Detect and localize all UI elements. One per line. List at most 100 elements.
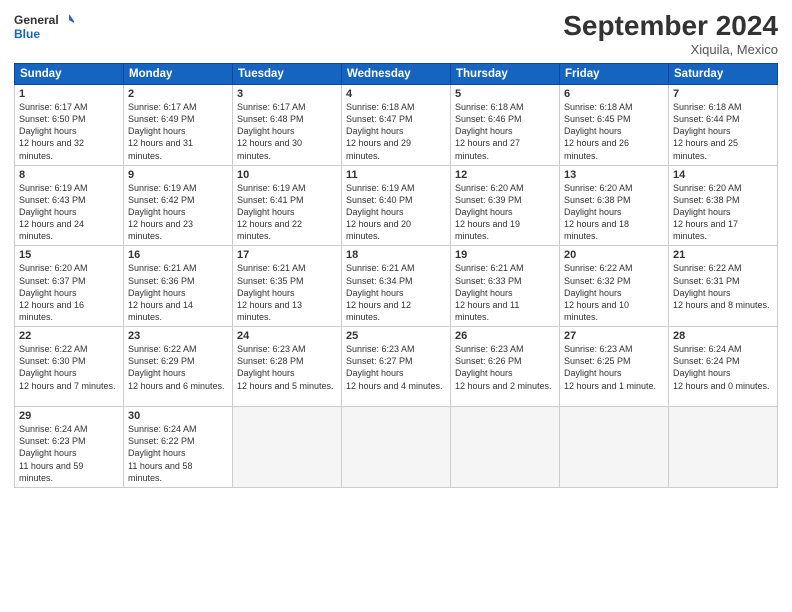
day-number: 16 — [128, 249, 228, 261]
day-number: 10 — [237, 169, 337, 181]
table-row: 19Sunrise: 6:21 AMSunset: 6:33 PMDayligh… — [451, 246, 560, 327]
day-number: 2 — [128, 88, 228, 100]
svg-text:Blue: Blue — [14, 27, 40, 41]
table-row: 26Sunrise: 6:23 AMSunset: 6:26 PMDayligh… — [451, 327, 560, 407]
day-details: Sunrise: 6:24 AMSunset: 6:23 PMDaylight … — [19, 423, 119, 484]
day-details: Sunrise: 6:20 AMSunset: 6:38 PMDaylight … — [673, 182, 773, 243]
day-details: Sunrise: 6:21 AMSunset: 6:34 PMDaylight … — [346, 262, 446, 323]
day-number: 5 — [455, 88, 555, 100]
day-details: Sunrise: 6:19 AMSunset: 6:41 PMDaylight … — [237, 182, 337, 243]
table-row — [560, 407, 669, 488]
day-details: Sunrise: 6:18 AMSunset: 6:45 PMDaylight … — [564, 101, 664, 162]
day-details: Sunrise: 6:23 AMSunset: 6:28 PMDaylight … — [237, 343, 337, 392]
day-number: 1 — [19, 88, 119, 100]
day-details: Sunrise: 6:19 AMSunset: 6:40 PMDaylight … — [346, 182, 446, 243]
calendar-header-row: Sunday Monday Tuesday Wednesday Thursday… — [15, 64, 778, 85]
day-details: Sunrise: 6:21 AMSunset: 6:33 PMDaylight … — [455, 262, 555, 323]
table-row: 28Sunrise: 6:24 AMSunset: 6:24 PMDayligh… — [669, 327, 778, 407]
day-number: 6 — [564, 88, 664, 100]
day-details: Sunrise: 6:22 AMSunset: 6:29 PMDaylight … — [128, 343, 228, 392]
col-sunday: Sunday — [15, 64, 124, 85]
table-row — [233, 407, 342, 488]
day-details: Sunrise: 6:17 AMSunset: 6:49 PMDaylight … — [128, 101, 228, 162]
table-row: 18Sunrise: 6:21 AMSunset: 6:34 PMDayligh… — [342, 246, 451, 327]
day-number: 18 — [346, 249, 446, 261]
header: General Blue September 2024 Xiquila, Mex… — [14, 10, 778, 57]
day-number: 24 — [237, 330, 337, 342]
day-number: 27 — [564, 330, 664, 342]
day-number: 20 — [564, 249, 664, 261]
calendar-week-row: 1Sunrise: 6:17 AMSunset: 6:50 PMDaylight… — [15, 85, 778, 166]
day-number: 23 — [128, 330, 228, 342]
day-number: 25 — [346, 330, 446, 342]
table-row: 4Sunrise: 6:18 AMSunset: 6:47 PMDaylight… — [342, 85, 451, 166]
table-row: 14Sunrise: 6:20 AMSunset: 6:38 PMDayligh… — [669, 165, 778, 246]
table-row: 6Sunrise: 6:18 AMSunset: 6:45 PMDaylight… — [560, 85, 669, 166]
table-row: 25Sunrise: 6:23 AMSunset: 6:27 PMDayligh… — [342, 327, 451, 407]
month-title: September 2024 — [563, 10, 778, 42]
day-details: Sunrise: 6:17 AMSunset: 6:48 PMDaylight … — [237, 101, 337, 162]
table-row: 17Sunrise: 6:21 AMSunset: 6:35 PMDayligh… — [233, 246, 342, 327]
day-number: 15 — [19, 249, 119, 261]
day-details: Sunrise: 6:18 AMSunset: 6:47 PMDaylight … — [346, 101, 446, 162]
table-row — [669, 407, 778, 488]
svg-text:General: General — [14, 13, 59, 27]
day-number: 11 — [346, 169, 446, 181]
table-row: 24Sunrise: 6:23 AMSunset: 6:28 PMDayligh… — [233, 327, 342, 407]
day-details: Sunrise: 6:24 AMSunset: 6:22 PMDaylight … — [128, 423, 228, 484]
day-number: 8 — [19, 169, 119, 181]
table-row: 27Sunrise: 6:23 AMSunset: 6:25 PMDayligh… — [560, 327, 669, 407]
col-tuesday: Tuesday — [233, 64, 342, 85]
table-row: 13Sunrise: 6:20 AMSunset: 6:38 PMDayligh… — [560, 165, 669, 246]
day-number: 9 — [128, 169, 228, 181]
day-details: Sunrise: 6:17 AMSunset: 6:50 PMDaylight … — [19, 101, 119, 162]
day-details: Sunrise: 6:23 AMSunset: 6:27 PMDaylight … — [346, 343, 446, 392]
day-details: Sunrise: 6:22 AMSunset: 6:32 PMDaylight … — [564, 262, 664, 323]
col-saturday: Saturday — [669, 64, 778, 85]
table-row: 29Sunrise: 6:24 AMSunset: 6:23 PMDayligh… — [15, 407, 124, 488]
table-row: 11Sunrise: 6:19 AMSunset: 6:40 PMDayligh… — [342, 165, 451, 246]
day-details: Sunrise: 6:18 AMSunset: 6:44 PMDaylight … — [673, 101, 773, 162]
day-number: 12 — [455, 169, 555, 181]
table-row: 15Sunrise: 6:20 AMSunset: 6:37 PMDayligh… — [15, 246, 124, 327]
day-number: 26 — [455, 330, 555, 342]
day-details: Sunrise: 6:19 AMSunset: 6:43 PMDaylight … — [19, 182, 119, 243]
table-row: 20Sunrise: 6:22 AMSunset: 6:32 PMDayligh… — [560, 246, 669, 327]
day-number: 30 — [128, 410, 228, 422]
calendar-week-row: 29Sunrise: 6:24 AMSunset: 6:23 PMDayligh… — [15, 407, 778, 488]
day-number: 7 — [673, 88, 773, 100]
table-row: 1Sunrise: 6:17 AMSunset: 6:50 PMDaylight… — [15, 85, 124, 166]
day-details: Sunrise: 6:23 AMSunset: 6:25 PMDaylight … — [564, 343, 664, 392]
day-number: 21 — [673, 249, 773, 261]
day-details: Sunrise: 6:22 AMSunset: 6:30 PMDaylight … — [19, 343, 119, 392]
day-number: 29 — [19, 410, 119, 422]
table-row: 10Sunrise: 6:19 AMSunset: 6:41 PMDayligh… — [233, 165, 342, 246]
col-thursday: Thursday — [451, 64, 560, 85]
day-number: 14 — [673, 169, 773, 181]
day-details: Sunrise: 6:19 AMSunset: 6:42 PMDaylight … — [128, 182, 228, 243]
table-row: 9Sunrise: 6:19 AMSunset: 6:42 PMDaylight… — [124, 165, 233, 246]
col-friday: Friday — [560, 64, 669, 85]
location: Xiquila, Mexico — [563, 42, 778, 57]
table-row: 23Sunrise: 6:22 AMSunset: 6:29 PMDayligh… — [124, 327, 233, 407]
day-details: Sunrise: 6:18 AMSunset: 6:46 PMDaylight … — [455, 101, 555, 162]
table-row — [342, 407, 451, 488]
table-row: 30Sunrise: 6:24 AMSunset: 6:22 PMDayligh… — [124, 407, 233, 488]
table-row — [451, 407, 560, 488]
day-details: Sunrise: 6:20 AMSunset: 6:39 PMDaylight … — [455, 182, 555, 243]
day-number: 4 — [346, 88, 446, 100]
calendar-table: Sunday Monday Tuesday Wednesday Thursday… — [14, 63, 778, 488]
day-number: 19 — [455, 249, 555, 261]
logo: General Blue — [14, 10, 74, 46]
col-monday: Monday — [124, 64, 233, 85]
day-details: Sunrise: 6:20 AMSunset: 6:38 PMDaylight … — [564, 182, 664, 243]
calendar-week-row: 15Sunrise: 6:20 AMSunset: 6:37 PMDayligh… — [15, 246, 778, 327]
table-row: 8Sunrise: 6:19 AMSunset: 6:43 PMDaylight… — [15, 165, 124, 246]
day-details: Sunrise: 6:21 AMSunset: 6:36 PMDaylight … — [128, 262, 228, 323]
day-number: 28 — [673, 330, 773, 342]
logo-svg: General Blue — [14, 10, 74, 46]
calendar-week-row: 8Sunrise: 6:19 AMSunset: 6:43 PMDaylight… — [15, 165, 778, 246]
day-details: Sunrise: 6:20 AMSunset: 6:37 PMDaylight … — [19, 262, 119, 323]
calendar-week-row: 22Sunrise: 6:22 AMSunset: 6:30 PMDayligh… — [15, 327, 778, 407]
table-row: 21Sunrise: 6:22 AMSunset: 6:31 PMDayligh… — [669, 246, 778, 327]
